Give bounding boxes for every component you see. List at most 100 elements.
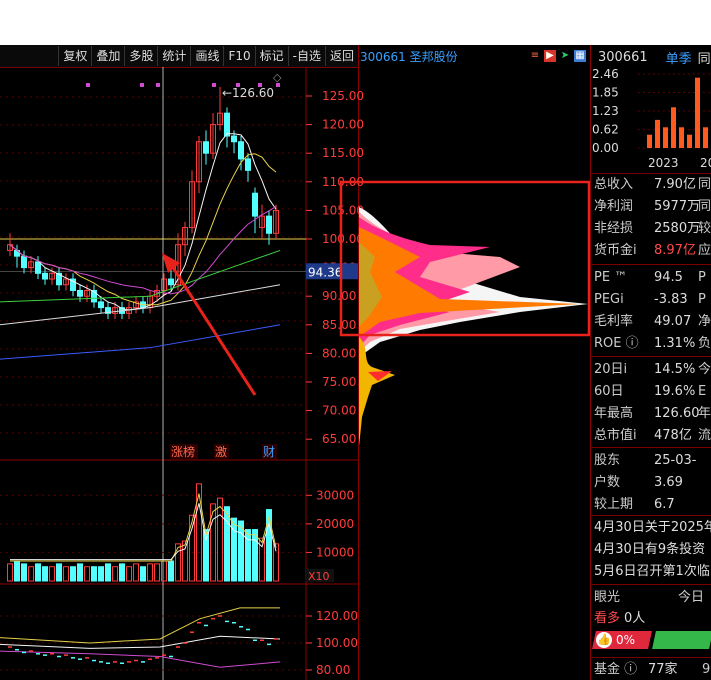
kline-chart-area[interactable]: 125.00120.00115.00110.00105.00100.0095.0… (0, 67, 590, 680)
signal-dot (156, 83, 160, 87)
candle-body (238, 141, 244, 160)
fin-tail: 应 (698, 243, 711, 258)
val-value: 49.07 (654, 314, 692, 329)
eps-bar (647, 134, 652, 148)
fin-label: 总收入 (594, 177, 634, 192)
eps-bar (663, 127, 668, 148)
current-price-label: 94.36 (308, 265, 342, 279)
boll-mid (0, 635, 281, 649)
fin-row[interactable]: 货币金i 8.97亿应 (594, 240, 711, 261)
volume-bar (147, 563, 153, 582)
fin-label: 非经损 (594, 221, 634, 236)
toolbar-button-2[interactable]: 多股 (124, 46, 157, 66)
toolbar-button-8[interactable]: 返回 (324, 46, 358, 66)
volume-bar (133, 563, 139, 582)
toolbar-button-3[interactable]: 统计 (157, 46, 190, 66)
news-item[interactable]: 5月6日召开第1次临 (594, 561, 711, 583)
signal-dot (86, 83, 90, 87)
volume-bar (77, 563, 83, 582)
fin-row[interactable]: 净利润 5977万同 (594, 196, 711, 217)
volume-bar (14, 560, 20, 582)
boll-upper (0, 607, 280, 644)
holders-row[interactable]: 股东 25-03- (594, 450, 711, 471)
volume-bar (63, 566, 69, 582)
val-row[interactable]: ROE ⓘ 1.31% 负 (594, 333, 711, 354)
fund-row[interactable]: 基金 ⓘ 77家 9 (594, 659, 711, 680)
eps-bar (671, 107, 676, 148)
high-price-label: ←126.60 (222, 86, 274, 100)
fin-tail: 同 (698, 177, 711, 192)
vote-bar[interactable]: 👍 0% (592, 631, 711, 649)
volume-bar (84, 566, 90, 582)
volume-bar (91, 566, 97, 582)
toolbar-button-7[interactable]: -自选 (287, 46, 325, 66)
news-item[interactable]: 4月30日关于2025年 (594, 517, 711, 539)
cursor-icon[interactable]: ➤ (559, 50, 571, 62)
val-value: 1.31% (654, 336, 696, 351)
volume-bar (140, 566, 146, 582)
grid-icon[interactable]: ▦ (574, 50, 586, 62)
eps-bar (679, 127, 684, 148)
news-item[interactable]: 4月30日有9条投资 (594, 539, 711, 561)
candle-body (98, 301, 104, 309)
divider (592, 515, 711, 516)
val-tail: 净 (698, 314, 711, 329)
volume-bar (168, 560, 174, 582)
fin-row[interactable]: 总收入 7.90亿同 (594, 174, 711, 195)
toolbar-button-0[interactable]: 复权 (58, 46, 91, 66)
toolbar-button-5[interactable]: F10 (223, 46, 254, 66)
volume-bar (161, 560, 167, 582)
fin-row[interactable]: 非经损 2580万较 (594, 218, 711, 239)
eps-bar (655, 119, 660, 148)
perf-row[interactable]: 60日 19.6% E (594, 381, 711, 402)
toolbar-button-4[interactable]: 画线 (190, 46, 223, 66)
volume-bar (42, 566, 48, 582)
val-value: -3.83 (654, 292, 688, 307)
compare-tab[interactable]: 同 (698, 48, 711, 67)
today-tab[interactable]: 今日 (678, 587, 704, 608)
fin-tail: 同 (698, 199, 711, 214)
vote-bear-bar (652, 631, 711, 649)
volume-bar (266, 509, 272, 582)
perf-value: 126.60 (654, 406, 700, 421)
val-row[interactable]: PEGi -3.83 P (594, 289, 711, 310)
holders-row[interactable]: 户数 3.69 (594, 472, 711, 493)
divider (592, 264, 711, 265)
perf-tail: 流 (698, 428, 711, 443)
stock-title[interactable]: 300661 圣邦股份 (358, 48, 458, 65)
divider (592, 447, 711, 448)
val-row[interactable]: 毛利率 49.07 净 (594, 311, 711, 332)
volume-axis-label: 10000 (316, 545, 354, 559)
volume-bar (21, 563, 27, 582)
ma5-line (9, 133, 277, 311)
divider (592, 584, 711, 585)
toolbar-button-6[interactable]: 标记 (254, 46, 288, 66)
fund-label: 基金 ⓘ (594, 662, 638, 677)
val-label: ROE ⓘ (594, 336, 639, 351)
chip-distribution-icon[interactable]: ≡ (529, 50, 541, 62)
holders-value: 25-03- (654, 453, 697, 468)
eye-title: 眼光 (594, 590, 621, 605)
chart-toolbar: 复权 叠加 多股 统计 画线 F10 标记 -自选 返回 (0, 45, 358, 68)
price-axis-label: 75.00 (322, 375, 356, 389)
volume-bar (182, 540, 188, 582)
volume-bar (231, 517, 237, 582)
flag-icon[interactable]: ▶ (544, 50, 556, 62)
volume-bar (105, 563, 111, 582)
perf-row[interactable]: 总市值i 478亿流 (594, 425, 711, 446)
volume-bar (98, 566, 104, 582)
perf-row[interactable]: 20日i 14.5% 今 (594, 359, 711, 380)
perf-row[interactable]: 年最高 126.60 年 (594, 403, 711, 424)
holders-row[interactable]: 较上期 6.7 (594, 494, 711, 515)
mini-axis-label: 2.46 (592, 69, 619, 81)
candle-body (168, 278, 174, 286)
season-tab[interactable]: 单季 (666, 48, 692, 67)
signal-dot (236, 83, 240, 87)
volume-bar (7, 563, 13, 582)
marker-label: 激 (215, 445, 227, 459)
volume-unit-label: X10 (308, 570, 330, 583)
val-row[interactable]: PE ™ 94.5 P (594, 267, 711, 288)
mini-axis-label: 1.23 (592, 104, 619, 118)
fin-value: 5977万 (654, 199, 701, 214)
toolbar-button-1[interactable]: 叠加 (91, 46, 124, 66)
